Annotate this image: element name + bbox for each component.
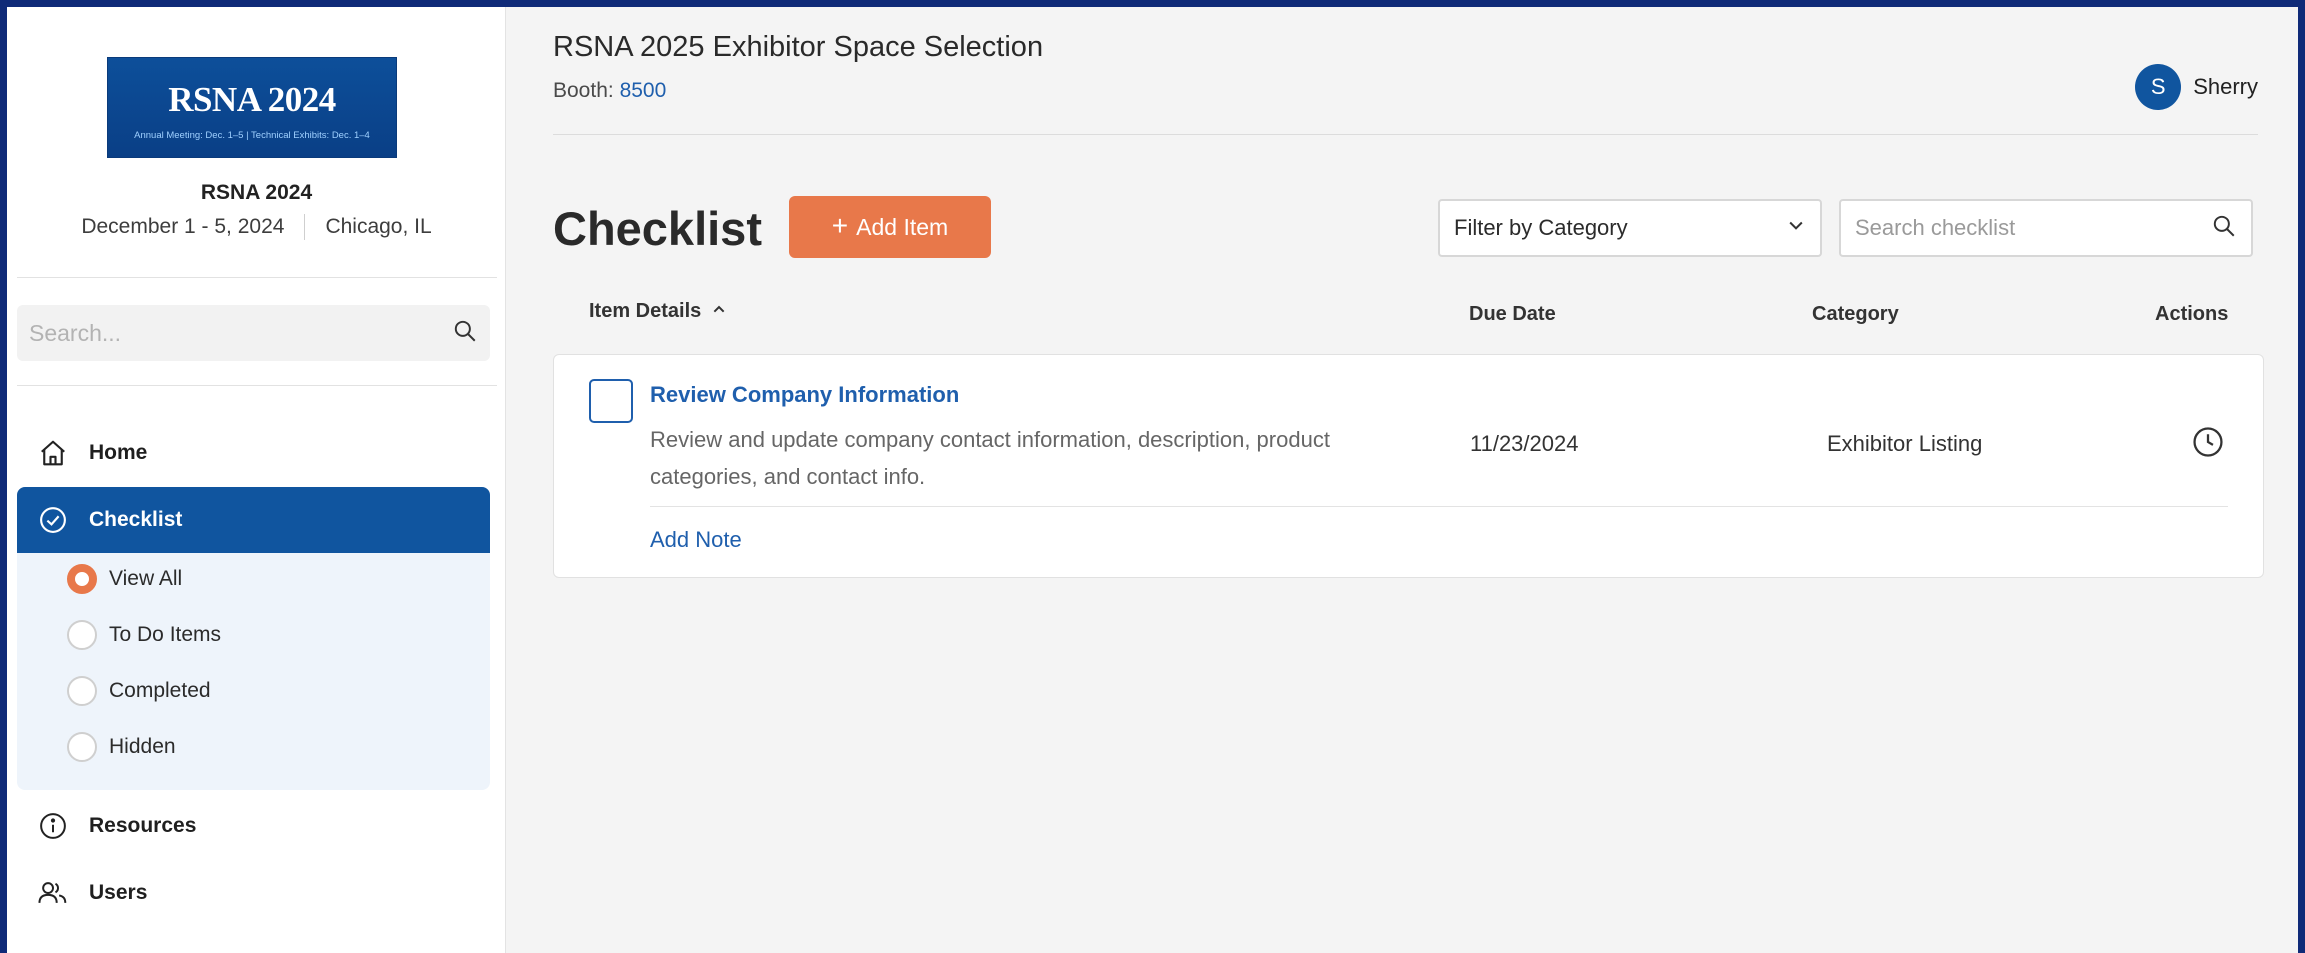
- home-icon: [37, 437, 69, 469]
- search-icon[interactable]: [2211, 213, 2237, 244]
- sidebar-search: [17, 305, 490, 361]
- checklist-heading: Checklist: [553, 202, 762, 255]
- sidebar: RSNA 2024 Annual Meeting: Dec. 1–5 | Tec…: [7, 7, 506, 953]
- header-divider: [553, 134, 2258, 135]
- checklist-search-input[interactable]: [1855, 215, 2211, 241]
- submenu-view-all[interactable]: View All: [67, 559, 182, 599]
- add-item-label: Add Item: [856, 213, 949, 240]
- sidebar-item-label: Home: [89, 441, 148, 464]
- sidebar-item-resources[interactable]: Resources: [17, 793, 490, 859]
- event-name: RSNA 2024: [200, 181, 313, 204]
- submenu-to-do-items[interactable]: To Do Items: [67, 615, 221, 655]
- chevron-down-icon: [1786, 215, 1806, 241]
- submenu-label: To Do Items: [109, 623, 222, 646]
- checklist-submenu: View All To Do Items Completed Hidden: [17, 553, 490, 790]
- column-header-actions: Actions: [2155, 303, 2229, 325]
- item-checkbox[interactable]: [589, 379, 633, 423]
- event-logo: RSNA 2024 Annual Meeting: Dec. 1–5 | Tec…: [107, 57, 397, 158]
- column-header-item-details[interactable]: Item Details: [589, 300, 727, 323]
- logo-subtitle: Annual Meeting: Dec. 1–5 | Technical Exh…: [134, 130, 370, 141]
- sidebar-item-checklist[interactable]: Checklist: [17, 487, 490, 553]
- radio-unselected[interactable]: [67, 732, 97, 762]
- page-title: RSNA 2025 Exhibitor Space Selection: [553, 31, 1044, 63]
- event-meta: December 1 - 5, 2024 Chicago, IL: [7, 214, 506, 240]
- main-content: RSNA 2025 Exhibitor Space Selection Boot…: [506, 7, 2298, 953]
- user-name[interactable]: Sherry: [2193, 74, 2258, 100]
- submenu-label: Hidden: [109, 735, 176, 758]
- booth-info: Booth: 8500: [553, 79, 666, 103]
- radio-selected[interactable]: [67, 564, 97, 594]
- item-category: Exhibitor Listing: [1827, 431, 1983, 456]
- row-divider: [650, 506, 2228, 507]
- sidebar-divider: [17, 277, 497, 278]
- category-filter-select[interactable]: Filter by Category: [1438, 199, 1822, 257]
- meta-separator: [304, 214, 306, 240]
- submenu-label: Completed: [109, 679, 211, 702]
- sort-up-icon: [711, 300, 727, 323]
- item-description: Review and update company contact inform…: [650, 427, 1330, 489]
- item-due-date: 11/23/2024: [1470, 431, 1579, 456]
- submenu-completed[interactable]: Completed: [67, 671, 211, 711]
- column-label: Item Details: [589, 300, 702, 322]
- sidebar-item-users[interactable]: Users: [17, 860, 490, 926]
- sidebar-divider: [17, 385, 497, 386]
- info-icon: [37, 810, 69, 842]
- submenu-label: View All: [109, 567, 183, 590]
- avatar[interactable]: S: [2135, 64, 2182, 110]
- search-icon[interactable]: [452, 318, 478, 349]
- event-location: Chicago, IL: [325, 215, 432, 238]
- table-row: Review Company Information Review and up…: [553, 354, 2264, 578]
- column-header-due-date: Due Date: [1469, 303, 1556, 325]
- sidebar-item-label: Users: [89, 881, 148, 904]
- sidebar-search-input[interactable]: [29, 319, 452, 347]
- add-note-link[interactable]: Add Note: [650, 527, 742, 553]
- app-frame: RSNA 2024 Annual Meeting: Dec. 1–5 | Tec…: [7, 7, 2298, 953]
- users-icon: [37, 877, 69, 909]
- booth-label: Booth:: [553, 79, 614, 102]
- user-menu[interactable]: S Sherry: [2135, 64, 2258, 110]
- add-item-button[interactable]: + Add Item: [789, 196, 991, 258]
- filter-label: Filter by Category: [1454, 215, 1628, 240]
- sidebar-item-label: Checklist: [89, 508, 183, 531]
- item-title-link[interactable]: Review Company Information: [650, 382, 959, 408]
- submenu-hidden[interactable]: Hidden: [67, 727, 176, 767]
- check-circle-icon: [37, 504, 69, 536]
- booth-number[interactable]: 8500: [620, 79, 667, 102]
- plus-icon: +: [831, 209, 849, 241]
- radio-unselected[interactable]: [67, 620, 97, 650]
- logo-title: RSNA 2024: [168, 80, 336, 119]
- clock-icon[interactable]: [2191, 425, 2225, 459]
- checklist-search: [1839, 199, 2253, 257]
- sidebar-item-label: Resources: [89, 814, 197, 837]
- sidebar-item-home[interactable]: Home: [17, 420, 490, 486]
- event-dates: December 1 - 5, 2024: [81, 215, 285, 238]
- column-header-category: Category: [1812, 303, 1899, 325]
- radio-unselected[interactable]: [67, 676, 97, 706]
